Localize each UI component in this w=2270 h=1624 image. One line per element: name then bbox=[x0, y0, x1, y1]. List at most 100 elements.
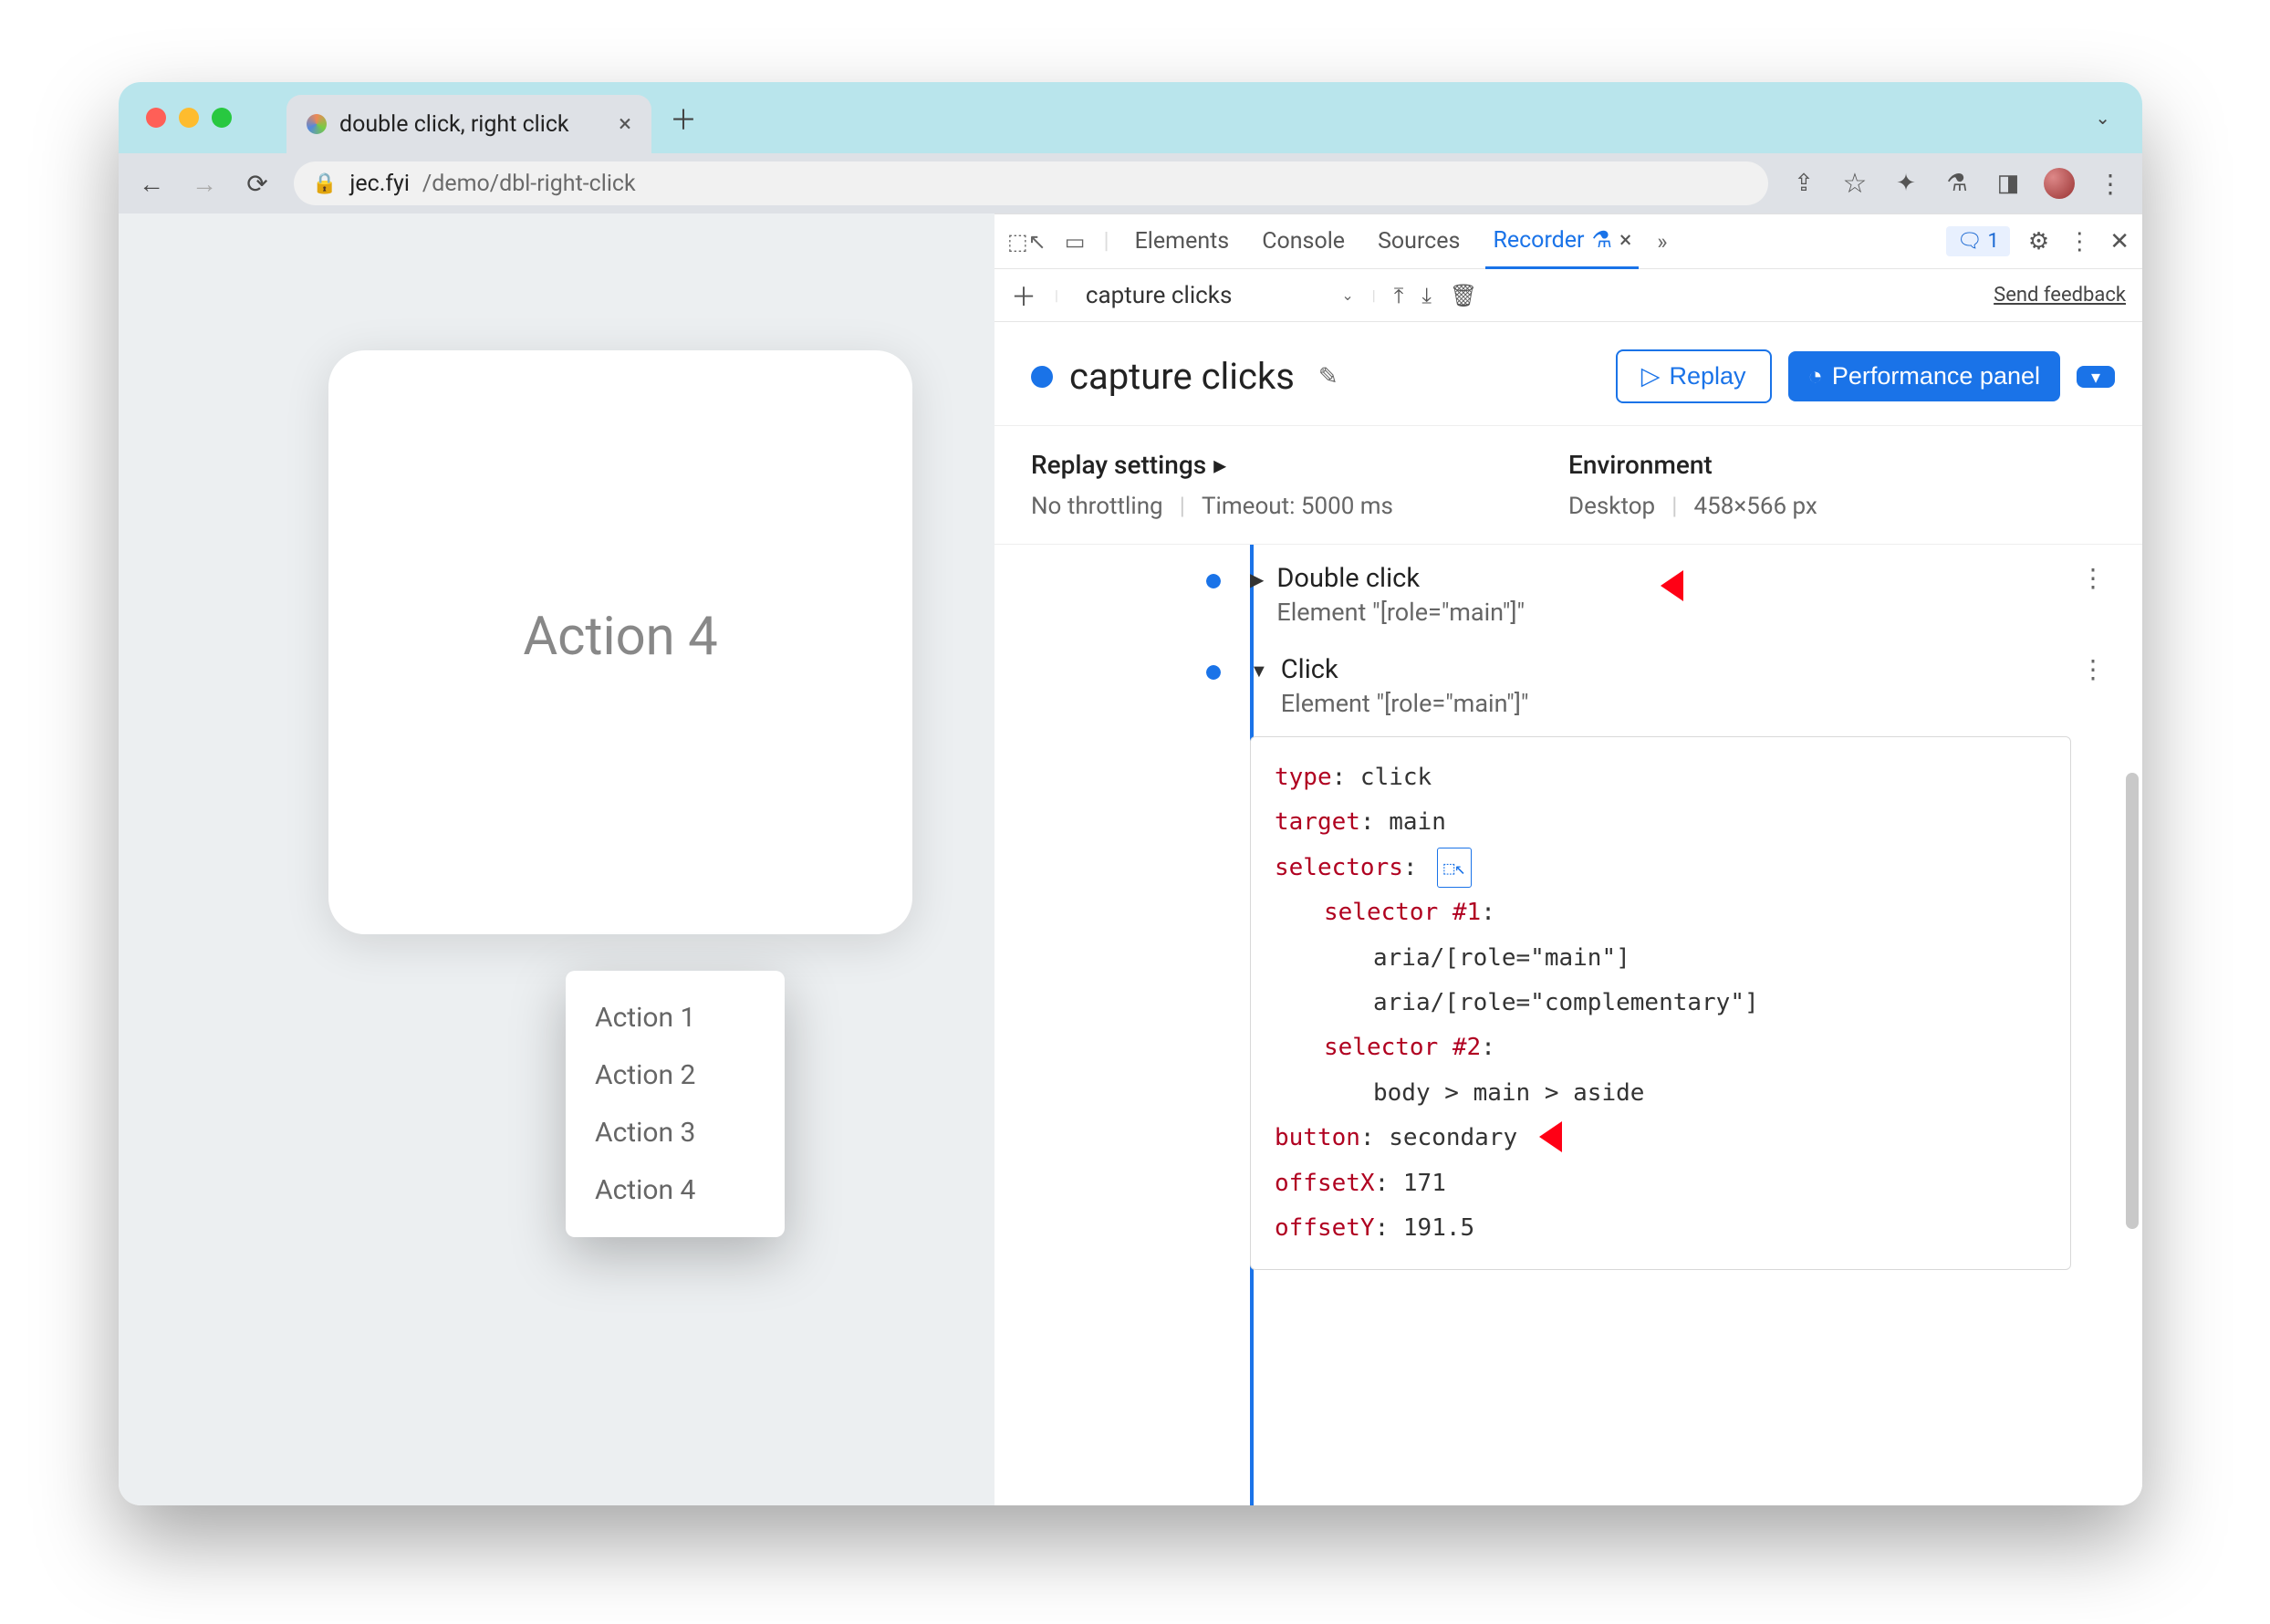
reload-button[interactable]: ⟳ bbox=[241, 169, 274, 199]
selector-picker-icon[interactable]: ⬚↖ bbox=[1437, 848, 1472, 888]
delete-icon[interactable]: 🗑 bbox=[1450, 283, 1477, 308]
address-bar[interactable]: 🔒 jec.fyi/demo/dbl-right-click bbox=[294, 161, 1768, 205]
step-subtitle: Element "[role="main"]" bbox=[1281, 689, 1529, 718]
minimize-window-button[interactable] bbox=[179, 108, 199, 128]
detail-value: : 171 bbox=[1375, 1170, 1446, 1197]
detail-value: : main bbox=[1360, 808, 1446, 836]
chrome-menu-icon[interactable]: ⋮ bbox=[2095, 168, 2126, 199]
detail-value: : 191.5 bbox=[1375, 1214, 1475, 1242]
new-recording-button[interactable]: ＋ bbox=[1011, 277, 1036, 314]
extensions-icon[interactable]: ✦ bbox=[1890, 168, 1921, 199]
steps-list: ▶ Double click Element "[role="main"]" ⋮ bbox=[994, 545, 2142, 1505]
url-host: jec.fyi bbox=[349, 171, 410, 197]
titlebar: double click, right click × ＋ ⌄ bbox=[119, 82, 2142, 153]
tab-sources[interactable]: Sources bbox=[1370, 215, 1467, 267]
url-path: /demo/dbl-right-click bbox=[422, 171, 636, 197]
recorder-toolbar: ＋ | capture clicks ⌄ | ⤒ ⤓ 🗑 Send feedba… bbox=[994, 269, 2142, 322]
detail-value: : bbox=[1481, 899, 1495, 926]
gauge-icon: ◔ bbox=[1808, 362, 1823, 390]
step-dot bbox=[1206, 665, 1221, 680]
detail-key: target bbox=[1275, 808, 1360, 836]
replay-button-label: Replay bbox=[1670, 362, 1746, 390]
card-heading: Action 4 bbox=[523, 606, 717, 668]
side-panel-icon[interactable]: ◨ bbox=[1993, 168, 2024, 199]
step-menu-icon[interactable]: ⋮ bbox=[2080, 654, 2106, 684]
recording-select[interactable]: capture clicks bbox=[1086, 282, 1232, 309]
context-menu: Action 1 Action 2 Action 3 Action 4 bbox=[566, 971, 785, 1237]
inspect-icon[interactable]: ⬚↖ bbox=[1007, 229, 1046, 255]
detail-value: : bbox=[1403, 854, 1432, 881]
detail-value: aria/[role="complementary"] bbox=[1373, 989, 1759, 1016]
device-toolbar-icon[interactable]: ▭ bbox=[1065, 229, 1086, 255]
more-tabs-icon[interactable]: » bbox=[1657, 229, 1667, 255]
chevron-down-icon[interactable]: ⌄ bbox=[1341, 286, 1353, 304]
menu-item[interactable]: Action 4 bbox=[566, 1161, 785, 1219]
share-icon[interactable]: ⇪ bbox=[1788, 168, 1819, 199]
detail-key: selector #1 bbox=[1324, 899, 1481, 926]
step-menu-icon[interactable]: ⋮ bbox=[2080, 563, 2106, 593]
close-window-button[interactable] bbox=[146, 108, 166, 128]
step-detail: type: click target: main selectors: ⬚↖ s… bbox=[1250, 736, 2071, 1270]
settings-row: Replay settings ▸ No throttling | Timeou… bbox=[994, 426, 2142, 545]
back-button[interactable]: ← bbox=[135, 169, 168, 199]
scrollbar[interactable] bbox=[2126, 773, 2139, 1229]
bookmark-icon[interactable]: ☆ bbox=[1839, 168, 1870, 199]
detail-key: offsetX bbox=[1275, 1170, 1375, 1197]
step-click[interactable]: ▼ Click Element "[role="main"]" ⋮ type: … bbox=[1250, 654, 2106, 1270]
close-devtools-icon[interactable]: ✕ bbox=[2109, 228, 2129, 255]
settings-icon[interactable]: ⚙ bbox=[2028, 228, 2049, 255]
menu-item[interactable]: Action 2 bbox=[566, 1046, 785, 1104]
environment-header: Environment bbox=[1568, 450, 2106, 480]
labs-icon[interactable]: ⚗︎ bbox=[1942, 168, 1973, 199]
browser-tab[interactable]: double click, right click × bbox=[286, 95, 651, 153]
tab-title: double click, right click bbox=[339, 111, 606, 138]
recording-status-dot bbox=[1031, 366, 1053, 388]
tab-console[interactable]: Console bbox=[1255, 215, 1352, 267]
menu-item[interactable]: Action 1 bbox=[566, 989, 785, 1046]
detail-value: : bbox=[1481, 1034, 1495, 1061]
new-tab-button[interactable]: ＋ bbox=[670, 98, 697, 138]
beaker-icon: ⚗︎ bbox=[1592, 226, 1612, 254]
detail-key: offsetY bbox=[1275, 1214, 1375, 1242]
traffic-lights bbox=[146, 108, 232, 128]
tab-elements[interactable]: Elements bbox=[1128, 215, 1237, 267]
close-panel-icon[interactable]: × bbox=[1619, 227, 1631, 254]
issues-badge[interactable]: 🗨 1 bbox=[1946, 226, 2010, 256]
demo-card[interactable]: Action 4 bbox=[328, 350, 912, 934]
step-title: Double click bbox=[1276, 563, 1525, 594]
tab-recorder-label: Recorder bbox=[1493, 227, 1584, 254]
tab-recorder[interactable]: Recorder ⚗︎ × bbox=[1485, 213, 1639, 269]
detail-value: : secondary bbox=[1360, 1124, 1517, 1151]
annotation-arrow-icon bbox=[1661, 563, 1724, 609]
send-feedback-link[interactable]: Send feedback bbox=[1994, 284, 2126, 307]
replay-button[interactable]: ▷ Replay bbox=[1616, 349, 1772, 403]
detail-key: selectors bbox=[1275, 854, 1403, 881]
step-title: Click bbox=[1281, 654, 1529, 685]
close-tab-icon[interactable]: × bbox=[619, 110, 631, 138]
issues-count: 1 bbox=[1988, 230, 1999, 253]
performance-panel-button[interactable]: ◔ Performance panel bbox=[1788, 351, 2060, 401]
expand-icon[interactable]: ▶ bbox=[1250, 568, 1264, 590]
step-subtitle: Element "[role="main"]" bbox=[1276, 598, 1525, 627]
maximize-window-button[interactable] bbox=[212, 108, 232, 128]
performance-dropdown[interactable]: ▾ bbox=[2077, 366, 2115, 388]
viewport-size: 458×566 px bbox=[1694, 493, 1817, 520]
replay-settings-label: Replay settings bbox=[1031, 450, 1206, 480]
replay-settings-header[interactable]: Replay settings ▸ bbox=[1031, 450, 1568, 480]
collapse-icon[interactable]: ▼ bbox=[1250, 660, 1268, 682]
lock-icon: 🔒 bbox=[312, 172, 337, 195]
devtools-menu-icon[interactable]: ⋮ bbox=[2067, 228, 2091, 255]
step-double-click[interactable]: ▶ Double click Element "[role="main"]" ⋮ bbox=[1250, 563, 2106, 627]
export-icon[interactable]: ⤒ bbox=[1394, 283, 1404, 308]
recording-header: capture clicks ✎ ▷ Replay ◔ Performance … bbox=[994, 322, 2142, 426]
forward-button[interactable]: → bbox=[188, 169, 221, 199]
step-dot bbox=[1206, 574, 1221, 588]
tabs-dropdown-icon[interactable]: ⌄ bbox=[2095, 107, 2110, 129]
timeout-value: Timeout: 5000 ms bbox=[1202, 493, 1393, 520]
profile-avatar[interactable] bbox=[2044, 168, 2075, 199]
import-icon[interactable]: ⤓ bbox=[1421, 283, 1432, 308]
devtools-tabbar: ⬚↖ ▭ | Elements Console Sources Recorder… bbox=[994, 214, 2142, 269]
menu-item[interactable]: Action 3 bbox=[566, 1104, 785, 1161]
chevron-right-icon: ▸ bbox=[1213, 450, 1226, 480]
edit-name-icon[interactable]: ✎ bbox=[1318, 363, 1338, 390]
